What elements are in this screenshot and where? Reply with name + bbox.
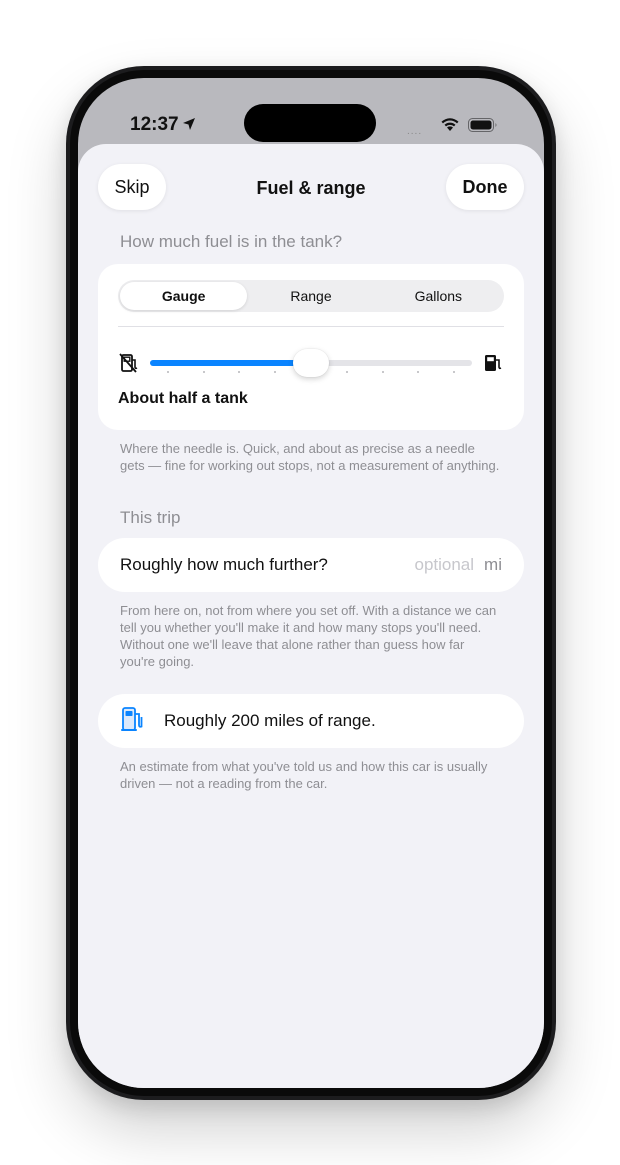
range-estimate-text: Roughly 200 miles of range. [164,711,376,730]
status-time-text: 12:37 [130,114,179,135]
segment-gauge[interactable]: Gauge [120,282,248,310]
slider-tick [238,371,241,373]
fuel-mode-segmented-control: Gauge Range Gallons [118,280,504,312]
fuel-empty-icon [118,352,140,379]
range-estimate-row: Roughly 200 miles of range. [98,694,524,748]
fuel-gauge-card: Gauge Range Gallons About half a tank [98,264,524,430]
fuel-pump-icon [120,705,146,738]
segment-gallons[interactable]: Gallons [375,282,502,310]
slider-tick [381,371,384,373]
fuel-gauge-slider[interactable] [118,348,504,380]
slider-tick [453,371,456,373]
distance-unit: mi [484,555,502,574]
slider-ticks [150,371,472,375]
phone-frame: 12:37 .... Skip Fuel & range Done How mu… [66,66,556,1100]
done-button[interactable]: Done [446,164,524,210]
slider-tick [202,371,205,373]
slider-tick [417,371,420,373]
dynamic-island [244,104,376,142]
battery-icon [468,118,498,137]
distance-input[interactable]: optional [414,555,474,575]
location-arrow-icon [182,115,196,137]
slider-tick [345,371,348,373]
slider-tick [274,371,277,373]
slider-tick [166,371,169,373]
segment-range[interactable]: Range [247,282,374,310]
fuel-range-sheet: Skip Fuel & range Done How much fuel is … [78,144,544,1088]
trip-distance-field[interactable]: Roughly how much further? optional mi [98,538,524,592]
status-time: 12:37 [130,114,196,137]
wifi-icon [440,116,460,137]
fuel-section-header: How much fuel is in the tank? [120,232,343,251]
fuel-full-icon [482,352,504,379]
slider-fill [150,360,311,366]
signal-indicator: .... [407,126,423,137]
gauge-footnote: Where the needle is. Quick, and about as… [120,441,500,473]
slider-track[interactable] [150,349,472,377]
screen: 12:37 .... Skip Fuel & range Done How mu… [78,78,544,1088]
distance-label: Roughly how much further? [120,555,328,574]
range-footnote: An estimate from what you've told us and… [120,759,488,791]
divider [118,326,504,327]
trip-section-header: This trip [120,508,181,527]
fuel-level-label: About half a tank [118,390,248,407]
trip-footnote: From here on, not from where you set off… [120,603,497,669]
